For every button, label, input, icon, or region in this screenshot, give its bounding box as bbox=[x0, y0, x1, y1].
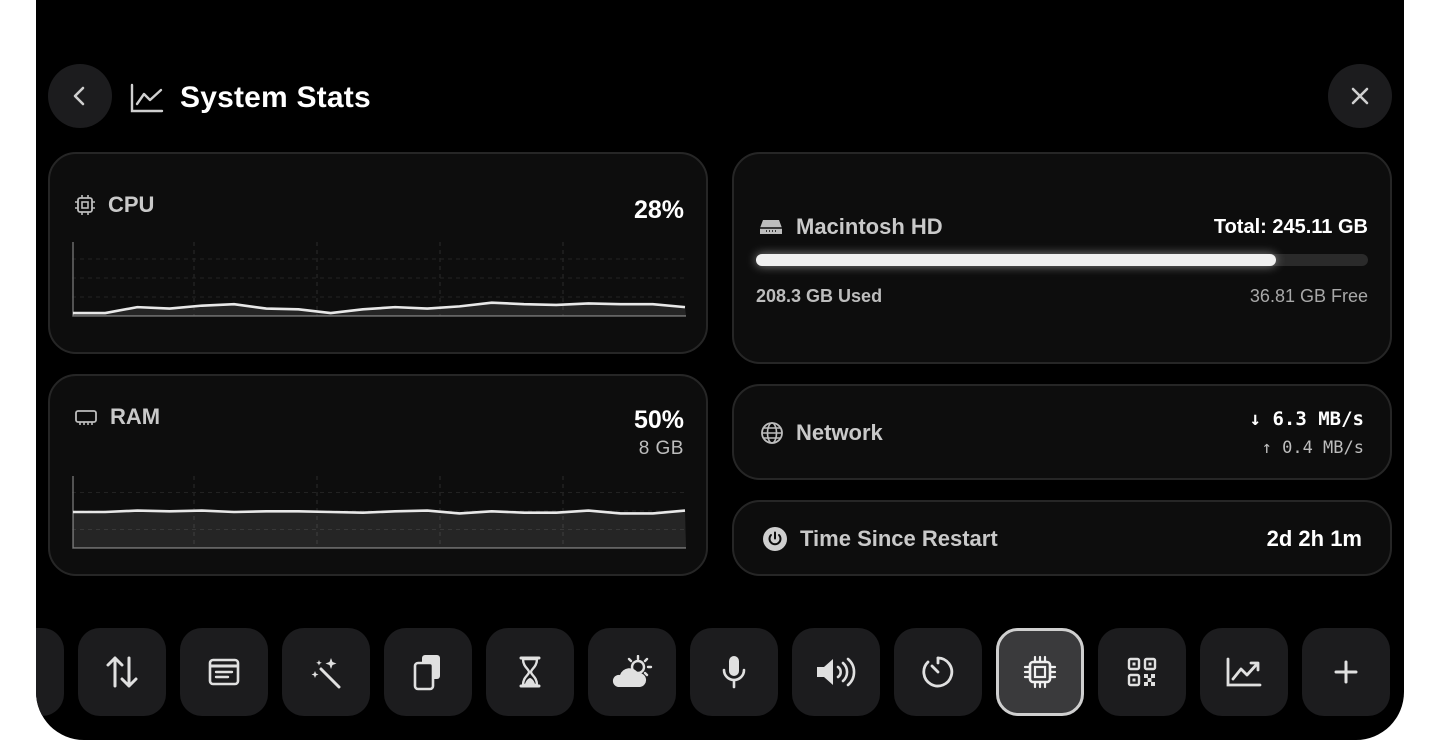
weather-icon bbox=[612, 655, 653, 687]
ram-percent: 50% bbox=[633, 406, 684, 434]
memory-icon bbox=[75, 410, 97, 425]
chevron-left-icon bbox=[73, 86, 85, 106]
close-icon bbox=[1351, 87, 1369, 105]
dock-item-clipboard[interactable] bbox=[384, 628, 472, 716]
dock-item-volume[interactable] bbox=[792, 628, 880, 716]
timer-icon bbox=[922, 656, 954, 688]
volume-icon bbox=[817, 657, 856, 687]
arrows-up-down-icon bbox=[106, 656, 138, 688]
network-label-group: Network bbox=[760, 420, 883, 446]
magic-wand-icon bbox=[311, 658, 341, 689]
note-icon bbox=[208, 658, 240, 686]
widget-dock bbox=[36, 628, 1390, 716]
cpu-card: CPU 28% bbox=[48, 152, 708, 354]
chart-line-icon bbox=[130, 83, 164, 113]
dock-item-magic[interactable] bbox=[282, 628, 370, 716]
cpu-label: CPU bbox=[108, 192, 155, 217]
cpu-chip-icon bbox=[1023, 655, 1057, 689]
ram-usage-chart bbox=[72, 476, 686, 549]
disk-label-group: Macintosh HD bbox=[758, 214, 943, 240]
page-title: System Stats bbox=[180, 81, 371, 114]
hard-drive-icon bbox=[760, 220, 782, 234]
network-upload: ↑ 0.4 MB/s bbox=[1261, 438, 1364, 458]
uptime-value: 2d 2h 1m bbox=[1266, 526, 1362, 551]
cpu-usage-chart bbox=[72, 242, 686, 317]
dock-item-timer[interactable] bbox=[894, 628, 982, 716]
dock-item-chart[interactable] bbox=[1200, 628, 1288, 716]
header-title-group: System Stats bbox=[130, 78, 371, 118]
hourglass-icon bbox=[519, 656, 541, 688]
disk-usage-bar bbox=[756, 254, 1368, 266]
cpu-chip-icon bbox=[75, 195, 95, 215]
dock-item-dictation[interactable] bbox=[690, 628, 778, 716]
cpu-label-group: CPU bbox=[74, 192, 154, 218]
disk-card: Macintosh HD Total: 245.11 GB 208.3 GB U… bbox=[732, 152, 1392, 364]
ram-card: RAM 50% 8 GB bbox=[48, 374, 708, 576]
disk-usage-fill bbox=[756, 254, 1277, 266]
disk-total: Total: 245.11 GB bbox=[1213, 216, 1368, 238]
globe-icon bbox=[761, 422, 783, 444]
dock-item-notes[interactable] bbox=[180, 628, 268, 716]
ram-total: 8 GB bbox=[638, 438, 684, 459]
dock-item-system-stats[interactable] bbox=[996, 628, 1084, 716]
disk-name: Macintosh HD bbox=[796, 214, 943, 239]
qr-code-icon bbox=[1127, 657, 1157, 687]
cpu-percent: 28% bbox=[633, 196, 684, 224]
power-icon bbox=[763, 527, 787, 551]
dock-item-add[interactable] bbox=[1302, 628, 1390, 716]
uptime-label: Time Since Restart bbox=[800, 526, 998, 551]
disk-used: 208.3 GB Used bbox=[756, 286, 883, 306]
plus-icon bbox=[1334, 660, 1358, 684]
dock-item-partial[interactable] bbox=[36, 628, 64, 716]
uptime-card: Time Since Restart 2d 2h 1m bbox=[732, 500, 1392, 576]
uptime-label-group: Time Since Restart bbox=[762, 526, 998, 552]
back-button[interactable] bbox=[48, 64, 112, 128]
dock-item-timer-sand[interactable] bbox=[486, 628, 574, 716]
network-label: Network bbox=[796, 420, 883, 445]
disk-free: 36.81 GB Free bbox=[1249, 286, 1368, 306]
network-download: ↓ 6.3 MB/s bbox=[1249, 408, 1364, 430]
dock-item-qr[interactable] bbox=[1098, 628, 1186, 716]
ram-label-group: RAM bbox=[74, 404, 160, 430]
dock-item-weather[interactable] bbox=[588, 628, 676, 716]
microphone-icon bbox=[722, 656, 746, 689]
ram-label: RAM bbox=[110, 404, 161, 429]
clipboard-icon bbox=[413, 655, 440, 691]
chart-up-icon bbox=[1226, 657, 1262, 687]
close-button[interactable] bbox=[1328, 64, 1392, 128]
network-card: Network ↓ 6.3 MB/s ↑ 0.4 MB/s bbox=[732, 384, 1392, 480]
system-stats-panel: System Stats CPU 28% RAM 50% 8 GB Macint… bbox=[36, 0, 1404, 740]
dock-item-transfer[interactable] bbox=[78, 628, 166, 716]
ram-series-area bbox=[73, 510, 686, 548]
